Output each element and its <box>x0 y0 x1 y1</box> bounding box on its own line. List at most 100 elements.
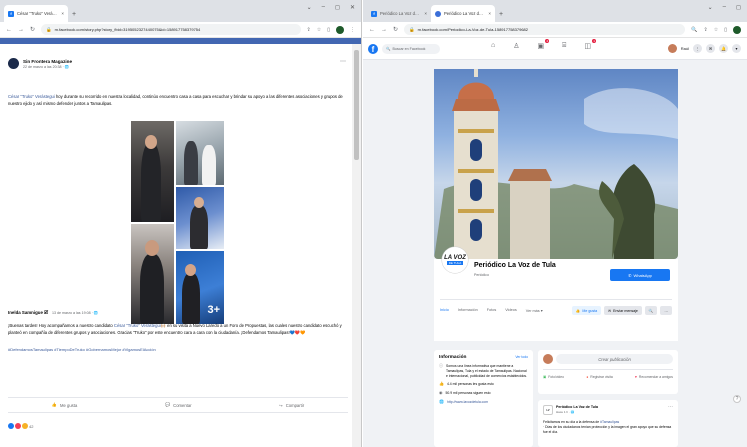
minimize-button[interactable]: – <box>723 4 726 11</box>
left-browser-window: f César "Truko" Verástegui Hoy to × + ⌄ … <box>0 0 362 447</box>
share-button[interactable]: ↪ Compartir <box>279 403 304 408</box>
url-field[interactable]: 🔒 m.facebook.com/Periodico-La-Voz-de-Tul… <box>404 24 686 35</box>
page-profile-picture[interactable]: LA VOZ DE TULA <box>442 247 468 273</box>
photo-1[interactable] <box>131 121 174 222</box>
star-icon[interactable]: ☆ <box>317 27 321 33</box>
photo-video-button[interactable]: ▣ Foto/video <box>543 375 564 379</box>
sidebar-icon[interactable]: ▯ <box>724 27 727 33</box>
info-row-followers: ◉ 50.9 mil personas siguen esto <box>439 390 491 396</box>
see-all-link[interactable]: Ver todo <box>515 355 528 360</box>
maximize-button[interactable]: ◻ <box>335 4 340 11</box>
feed-post-author[interactable]: Periódico La Voz de Tula <box>556 405 598 409</box>
new-tab-button[interactable]: + <box>68 11 80 22</box>
close-tab-icon[interactable]: × <box>61 11 64 16</box>
minimize-button[interactable]: – <box>322 4 325 11</box>
back-icon[interactable]: ← <box>369 27 375 33</box>
thumbs-up-icon: 👍 <box>439 381 444 387</box>
shared-author-name[interactable]: Inelda Samnigue 🗹 <box>8 309 48 317</box>
facebook-logo-icon[interactable]: f <box>368 43 378 54</box>
messenger-icon[interactable]: ✉ <box>706 44 715 53</box>
share-icon[interactable]: ⇪ <box>704 27 708 33</box>
tab-search-button[interactable]: ⌄ <box>307 4 312 11</box>
recommend-button[interactable]: ♥ Recomendar a amigos <box>635 375 673 379</box>
close-window-button[interactable]: ✕ <box>350 4 355 11</box>
groups-icon[interactable]: ◫ 1 <box>584 39 596 50</box>
globe-icon: 🌐 <box>439 398 444 404</box>
forward-icon[interactable]: → <box>381 27 387 33</box>
url-field[interactable]: 🔒 m.facebook.com/story.php?story_fbid=31… <box>41 24 301 35</box>
sidebar-icon[interactable]: ▯ <box>327 27 330 33</box>
page-like-button[interactable]: 👍 Me gusta <box>571 306 602 315</box>
photo-2[interactable] <box>176 121 224 185</box>
reload-icon[interactable]: ↻ <box>393 26 398 33</box>
tab-inicio[interactable]: Inicio <box>440 308 449 313</box>
home-icon[interactable]: ⌂ <box>491 42 495 50</box>
star-icon[interactable]: ☆ <box>714 27 718 33</box>
friends-icon[interactable]: ♙ <box>513 42 519 50</box>
photo-4[interactable] <box>131 224 174 324</box>
photo-5[interactable]: 3+ <box>176 251 224 324</box>
right-tab-active[interactable]: Periódico La Voz de Tula | Nuevo × <box>431 5 495 22</box>
user-name[interactable]: Raúl <box>681 46 689 51</box>
tab-informacion[interactable]: Información <box>458 308 478 313</box>
hashtags[interactable]: #DefendamosTamaulipas #TiempoDeTruko #Go… <box>8 347 348 352</box>
info-card: Información Ver todo ⓘ Somos una línea i… <box>434 350 533 447</box>
hashtag-link[interactable]: #Tamaulipas <box>600 420 619 424</box>
share-icon[interactable]: ⇪ <box>307 27 311 33</box>
tab-ver-mas[interactable]: Ver más ▾ <box>526 308 543 313</box>
page-category: Periódico <box>474 273 489 277</box>
feed-post-avatar[interactable]: LV <box>543 405 553 415</box>
send-message-button[interactable]: ✉ Enviar mensaje <box>604 306 642 315</box>
profile-avatar[interactable] <box>336 25 344 34</box>
user-avatar[interactable] <box>667 44 677 53</box>
right-tab-inicio[interactable]: f Periódico La Voz de Tula - Inicio × <box>367 5 431 22</box>
marketplace-icon[interactable]: ⌸ <box>562 42 566 50</box>
shared-post-time[interactable]: 13 de marzo a las 19:08 · 🌐 <box>52 311 98 315</box>
new-tab-button[interactable]: + <box>495 11 507 22</box>
post-time[interactable]: 22 de marzo a las 20:38 · 🌐 <box>23 65 72 69</box>
shared-mention-link[interactable]: César "Truko" Verástegui <box>114 323 161 328</box>
tab-videos[interactable]: Videos <box>505 308 517 313</box>
create-post-input[interactable]: Crear publicación <box>556 354 673 364</box>
zoom-icon[interactable]: 🔍 <box>691 27 697 33</box>
menu-icon[interactable]: ⋮ <box>350 27 355 33</box>
author-name[interactable]: Sin Frontera Magazine <box>23 59 72 64</box>
tab-search-button[interactable]: ⌄ <box>708 4 713 11</box>
comment-button[interactable]: 💬 Comentar <box>165 402 192 408</box>
help-icon[interactable]: ? <box>733 395 741 403</box>
maximize-button[interactable]: ◻ <box>736 4 741 11</box>
facebook-page-body: LA VOZ DE TULA Periódico La Voz de Tula … <box>363 60 747 447</box>
forward-icon[interactable]: → <box>18 27 24 33</box>
cover-photo[interactable] <box>434 69 678 259</box>
reaction-summary[interactable]: 42 <box>8 423 33 429</box>
close-tab-icon[interactable]: × <box>488 11 491 16</box>
facebook-search-input[interactable]: 🔍 Buscar en Facebook <box>382 43 440 54</box>
notifications-icon[interactable]: 🔔 <box>719 44 728 53</box>
check-in-button[interactable]: ● Registrar visita <box>586 375 612 379</box>
author-avatar[interactable] <box>8 58 19 69</box>
right-address-bar: ← → ↻ 🔒 m.facebook.com/Periodico-La-Voz-… <box>363 22 747 38</box>
close-tab-icon[interactable]: × <box>424 11 427 16</box>
profile-avatar[interactable] <box>733 25 741 34</box>
reload-icon[interactable]: ↻ <box>30 26 35 33</box>
mention-link[interactable]: César "Truko" Verástegui <box>8 94 55 99</box>
tab-fotos[interactable]: Fotos <box>487 308 497 313</box>
like-button[interactable]: 👍 Me gusta <box>52 402 77 408</box>
left-tab-story[interactable]: f César "Truko" Verástegui Hoy to × <box>4 5 68 22</box>
recommend-icon: ♥ <box>634 375 637 379</box>
back-icon[interactable]: ← <box>6 27 12 33</box>
photo-3[interactable] <box>176 187 224 249</box>
menu-grid-icon[interactable]: ⋮ <box>693 44 702 53</box>
page-search-button[interactable]: 🔍 <box>644 306 658 315</box>
account-dropdown-icon[interactable]: ▾ <box>732 44 741 53</box>
page-more-button[interactable]: … <box>660 306 672 315</box>
feed-post-menu-icon[interactable]: ⋯ <box>668 404 673 410</box>
user-avatar[interactable] <box>543 354 553 364</box>
whatsapp-button[interactable]: ✆ WhatsApp <box>610 269 670 281</box>
watch-icon[interactable]: ▣ 2 <box>538 39 550 50</box>
feed-post-time[interactable]: Hace 1 h · 🌐 <box>556 410 574 414</box>
post-menu-icon[interactable]: ⋯ <box>340 58 346 65</box>
website-link[interactable]: http://www.lavozdetula.com <box>447 400 488 405</box>
photo-collage[interactable]: 3+ <box>131 121 224 324</box>
scrollbar-thumb[interactable] <box>354 50 359 160</box>
